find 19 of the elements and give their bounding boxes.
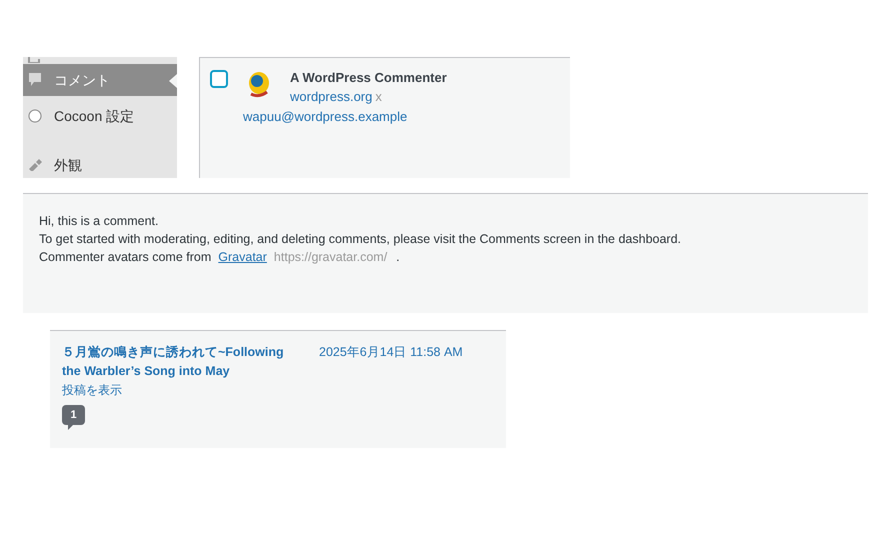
comment-author: A WordPress Commenter <box>290 69 447 87</box>
checkbox[interactable] <box>210 70 228 88</box>
author-email-link[interactable]: wapuu@wordpress.example <box>243 107 570 126</box>
comment-text: Hi, this is a comment. <box>39 213 160 230</box>
post-title-link[interactable]: ５月鴬の鳴き声に誘われて~Following the Warbler’s Song into May <box>62 343 294 381</box>
remove-mark[interactable]: x <box>375 87 382 106</box>
gravatar-link[interactable]: Gravatar <box>218 248 267 266</box>
sidebar-item[interactable]: コメント <box>23 64 177 96</box>
period-text: . <box>396 249 400 266</box>
speech-bubble-icon <box>28 72 42 88</box>
author-url-link[interactable]: wordpress.org <box>290 87 372 106</box>
gravatar-url: https://gravatar.com/ <box>274 249 388 266</box>
comment-text: Commenter avatars come from <box>39 249 212 266</box>
sidebar-item[interactable]: 外観 <box>23 136 177 178</box>
sidebar-item[interactable]: Cocoon 設定 <box>23 96 177 136</box>
comment-text: To get started with moderating, editing, and deleting comments, please visit the Comments screen in the dashboard. <box>39 231 682 248</box>
circle-icon <box>28 109 42 124</box>
post-date: 2025年6月14日 11:58 AM <box>319 344 463 361</box>
view-post-link[interactable]: 投稿を表示 <box>62 381 294 399</box>
